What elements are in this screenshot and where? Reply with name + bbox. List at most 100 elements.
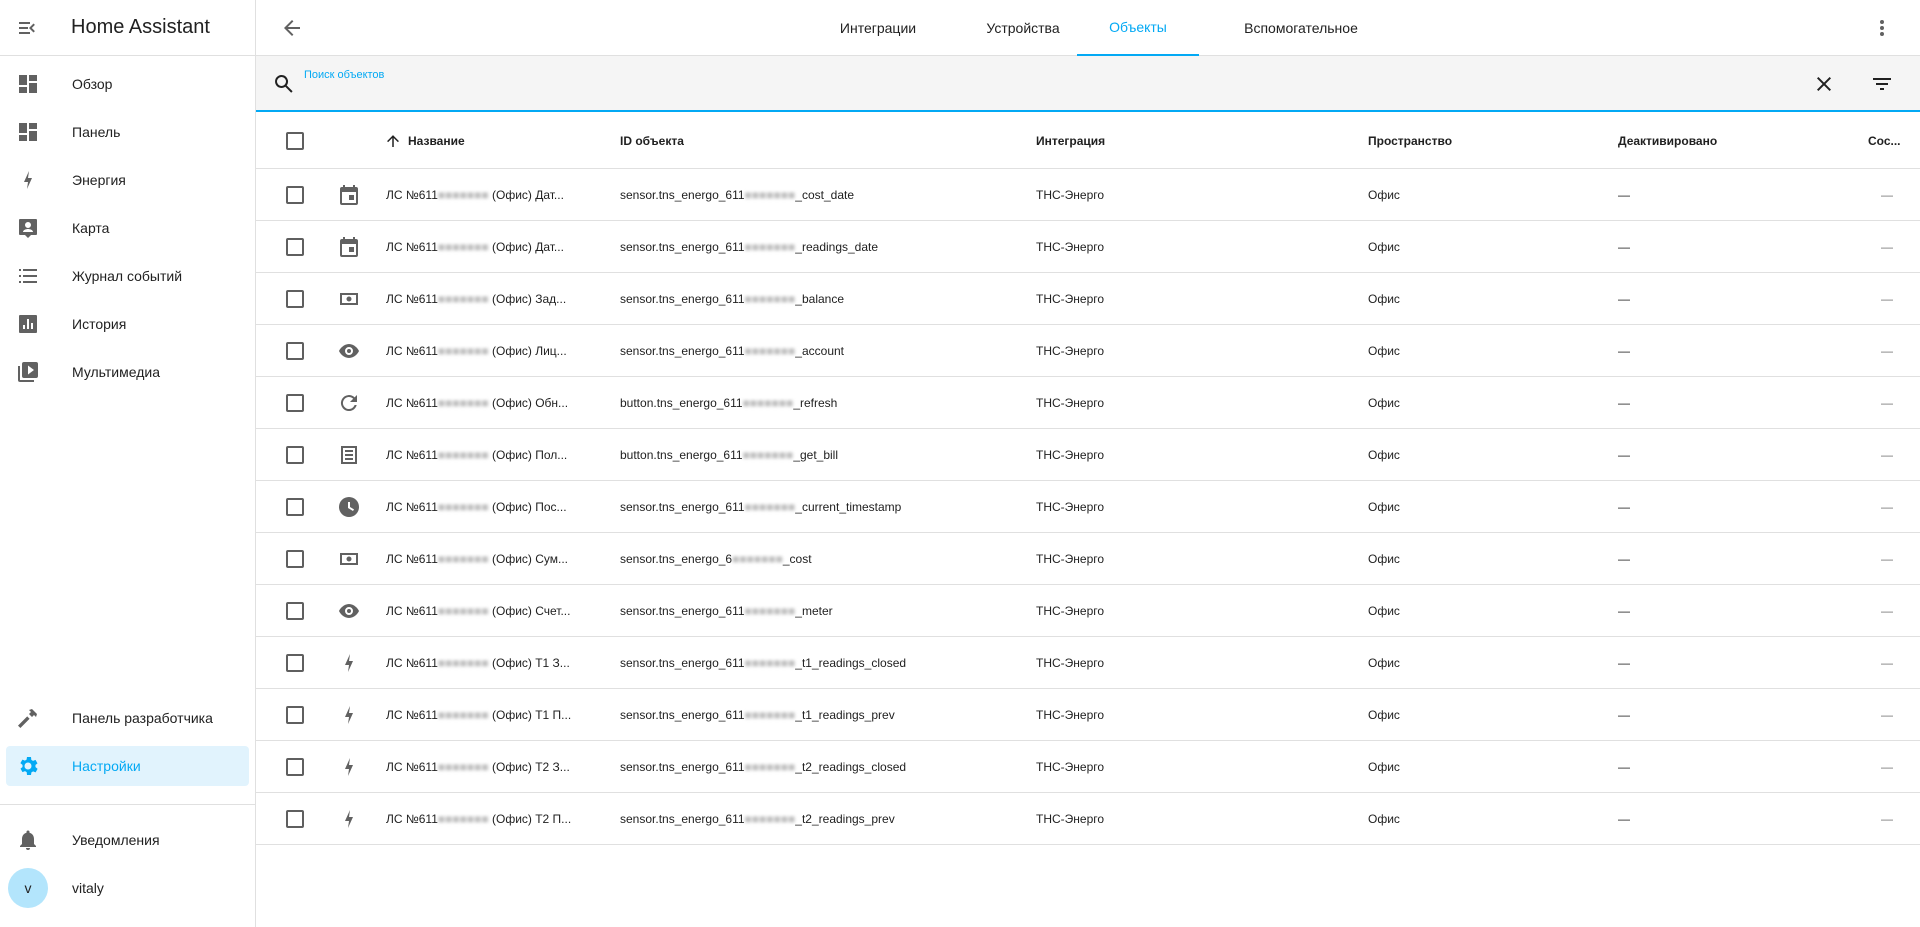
row-checkbox[interactable] bbox=[286, 741, 304, 792]
receipt-icon bbox=[341, 445, 357, 464]
entity-disabled: — bbox=[1618, 811, 1630, 826]
entity-status: — bbox=[1881, 447, 1893, 462]
entity-name[interactable]: ЛС №611 ■■■■■■■ (Офис) Т1 З... bbox=[386, 637, 586, 688]
table-row[interactable]: ЛС №611 ■■■■■■■ (Офис) Пос... sensor.tns_… bbox=[256, 481, 1920, 533]
entity-name[interactable]: ЛС №611 ■■■■■■■ (Офис) Т2 П... bbox=[386, 793, 586, 844]
sidebar-item-label: Настройки bbox=[72, 758, 141, 774]
header-area[interactable]: Пространство bbox=[1368, 113, 1452, 169]
table-row[interactable]: ЛС №611 ■■■■■■■ (Офис) Т2 П... sensor.tns… bbox=[256, 793, 1920, 845]
entity-integration: ТНС-Энерго bbox=[1036, 343, 1105, 358]
top-bar: Интеграции Устройства Объекты Вспомогате… bbox=[256, 0, 1920, 56]
table-row[interactable]: ЛС №611 ■■■■■■■ (Офис) Пол... button.tns_… bbox=[256, 429, 1920, 481]
cash-icon bbox=[340, 552, 358, 565]
row-checkbox[interactable] bbox=[286, 533, 304, 584]
notifications-button[interactable]: Уведомления bbox=[6, 820, 249, 860]
menu-collapse-button[interactable] bbox=[0, 0, 56, 56]
row-checkbox[interactable] bbox=[286, 585, 304, 636]
row-checkbox[interactable] bbox=[286, 429, 304, 480]
arrow-up-icon bbox=[387, 135, 399, 147]
entity-name[interactable]: ЛС №611 ■■■■■■■ (Офис) Лиц... bbox=[386, 325, 586, 376]
entity-status: — bbox=[1881, 187, 1893, 202]
header-entity-id[interactable]: ID объекта bbox=[620, 113, 684, 169]
select-all-checkbox[interactable] bbox=[286, 113, 304, 169]
tab-entities[interactable]: Объекты bbox=[1077, 0, 1199, 56]
row-checkbox[interactable] bbox=[286, 481, 304, 532]
sidebar-item-label: Журнал событий bbox=[72, 268, 183, 284]
tab-integrations[interactable]: Интеграции bbox=[812, 0, 944, 56]
entity-status: — bbox=[1881, 707, 1893, 722]
lightning-icon bbox=[345, 809, 353, 828]
user-profile[interactable]: v vitaly bbox=[6, 868, 249, 908]
sidebar-item-history[interactable]: История bbox=[6, 304, 249, 344]
entity-disabled: — bbox=[1618, 499, 1630, 514]
filter-icon[interactable] bbox=[1870, 72, 1894, 96]
entity-status: — bbox=[1881, 343, 1893, 358]
row-checkbox[interactable] bbox=[286, 689, 304, 740]
entities-table: Название ID объекта Интеграция Пространс… bbox=[256, 113, 1920, 845]
entity-id: sensor.tns_energo_611 ■■■■■■■ _balance bbox=[620, 291, 845, 306]
entity-name[interactable]: ЛС №611 ■■■■■■■ (Офис) Дат... bbox=[386, 221, 586, 272]
entity-name[interactable]: ЛС №611 ■■■■■■■ (Офис) Обн... bbox=[386, 377, 586, 428]
back-arrow-icon[interactable] bbox=[280, 16, 304, 40]
table-row[interactable]: ЛС №611 ■■■■■■■ (Офис) Дат... sensor.tns_… bbox=[256, 169, 1920, 221]
notifications-label: Уведомления bbox=[72, 832, 160, 848]
entity-name[interactable]: ЛС №611 ■■■■■■■ (Офис) Счет... bbox=[386, 585, 586, 636]
entity-name[interactable]: ЛС №611 ■■■■■■■ (Офис) Зад... bbox=[386, 273, 586, 324]
sidebar-item-map[interactable]: Карта bbox=[6, 208, 249, 248]
header-name[interactable]: Название bbox=[384, 113, 465, 169]
row-checkbox[interactable] bbox=[286, 273, 304, 324]
lightning-icon bbox=[24, 171, 32, 189]
table-row[interactable]: ЛС №611 ■■■■■■■ (Офис) Зад... sensor.tns_… bbox=[256, 273, 1920, 325]
dashboard-icon bbox=[19, 123, 37, 141]
play-box-icon bbox=[18, 362, 38, 382]
table-row[interactable]: ЛС №611 ■■■■■■■ (Офис) Т2 З... sensor.tns… bbox=[256, 741, 1920, 793]
entity-integration: ТНС-Энерго bbox=[1036, 707, 1105, 722]
row-checkbox[interactable] bbox=[286, 325, 304, 376]
header-disabled[interactable]: Деактивировано bbox=[1618, 113, 1717, 169]
row-checkbox[interactable] bbox=[286, 377, 304, 428]
search-input[interactable] bbox=[304, 82, 1804, 104]
sidebar-item-developer-tools[interactable]: Панель разработчика bbox=[6, 698, 249, 738]
more-vert-icon[interactable] bbox=[1870, 16, 1894, 40]
row-checkbox[interactable] bbox=[286, 637, 304, 688]
sidebar-item-overview[interactable]: Обзор bbox=[6, 64, 249, 104]
sidebar-item-logbook[interactable]: Журнал событий bbox=[6, 256, 249, 296]
entity-name[interactable]: ЛС №611 ■■■■■■■ (Офис) Сум... bbox=[386, 533, 586, 584]
entity-disabled: — bbox=[1618, 239, 1630, 254]
sidebar-item-energy[interactable]: Энергия bbox=[6, 160, 249, 200]
close-icon[interactable] bbox=[1812, 72, 1836, 96]
table-row[interactable]: ЛС №611 ■■■■■■■ (Офис) Обн... button.tns_… bbox=[256, 377, 1920, 429]
table-row[interactable]: ЛС №611 ■■■■■■■ (Офис) Т1 З... sensor.tns… bbox=[256, 637, 1920, 689]
row-checkbox[interactable] bbox=[286, 221, 304, 272]
menu-open-icon bbox=[19, 21, 35, 34]
table-row[interactable]: ЛС №611 ■■■■■■■ (Офис) Т1 П... sensor.tns… bbox=[256, 689, 1920, 741]
entity-integration: ТНС-Энерго bbox=[1036, 811, 1105, 826]
sidebar-item-media[interactable]: Мультимедиа bbox=[6, 352, 249, 392]
entity-disabled: — bbox=[1618, 343, 1630, 358]
entity-name[interactable]: ЛС №611 ■■■■■■■ (Офис) Пол... bbox=[386, 429, 586, 480]
entity-id: sensor.tns_energo_611 ■■■■■■■ _readings_da… bbox=[620, 239, 879, 254]
table-row[interactable]: ЛС №611 ■■■■■■■ (Офис) Лиц... sensor.tns_… bbox=[256, 325, 1920, 377]
row-checkbox[interactable] bbox=[286, 169, 304, 220]
entity-id: button.tns_energo_611 ■■■■■■■ _refresh bbox=[620, 395, 838, 410]
header-integration[interactable]: Интеграция bbox=[1036, 113, 1105, 169]
entity-name[interactable]: ЛС №611 ■■■■■■■ (Офис) Т1 П... bbox=[386, 689, 586, 740]
sidebar-item-panel[interactable]: Панель bbox=[6, 112, 249, 152]
header-status[interactable]: Сос... bbox=[1868, 113, 1901, 169]
sidebar-item-settings[interactable]: Настройки bbox=[6, 746, 249, 786]
table-row[interactable]: ЛС №611 ■■■■■■■ (Офис) Дат... sensor.tns_… bbox=[256, 221, 1920, 273]
table-row[interactable]: ЛС №611 ■■■■■■■ (Офис) Счет... sensor.tns… bbox=[256, 585, 1920, 637]
entity-icon-cell bbox=[331, 585, 367, 636]
entity-icon-cell bbox=[331, 741, 367, 792]
entity-name[interactable]: ЛС №611 ■■■■■■■ (Офис) Пос... bbox=[386, 481, 586, 532]
list-icon bbox=[19, 269, 37, 283]
entity-integration: ТНС-Энерго bbox=[1036, 447, 1105, 462]
tab-helpers[interactable]: Вспомогательное bbox=[1216, 0, 1386, 56]
entity-name[interactable]: ЛС №611 ■■■■■■■ (Офис) Т2 З... bbox=[386, 741, 586, 792]
eye-icon bbox=[339, 343, 359, 358]
row-checkbox[interactable] bbox=[286, 793, 304, 844]
table-row[interactable]: ЛС №611 ■■■■■■■ (Офис) Сум... sensor.tns_… bbox=[256, 533, 1920, 585]
sidebar-item-label: Энергия bbox=[72, 172, 126, 188]
entity-name[interactable]: ЛС №611 ■■■■■■■ (Офис) Дат... bbox=[386, 169, 586, 220]
tab-devices[interactable]: Устройства bbox=[956, 0, 1090, 56]
